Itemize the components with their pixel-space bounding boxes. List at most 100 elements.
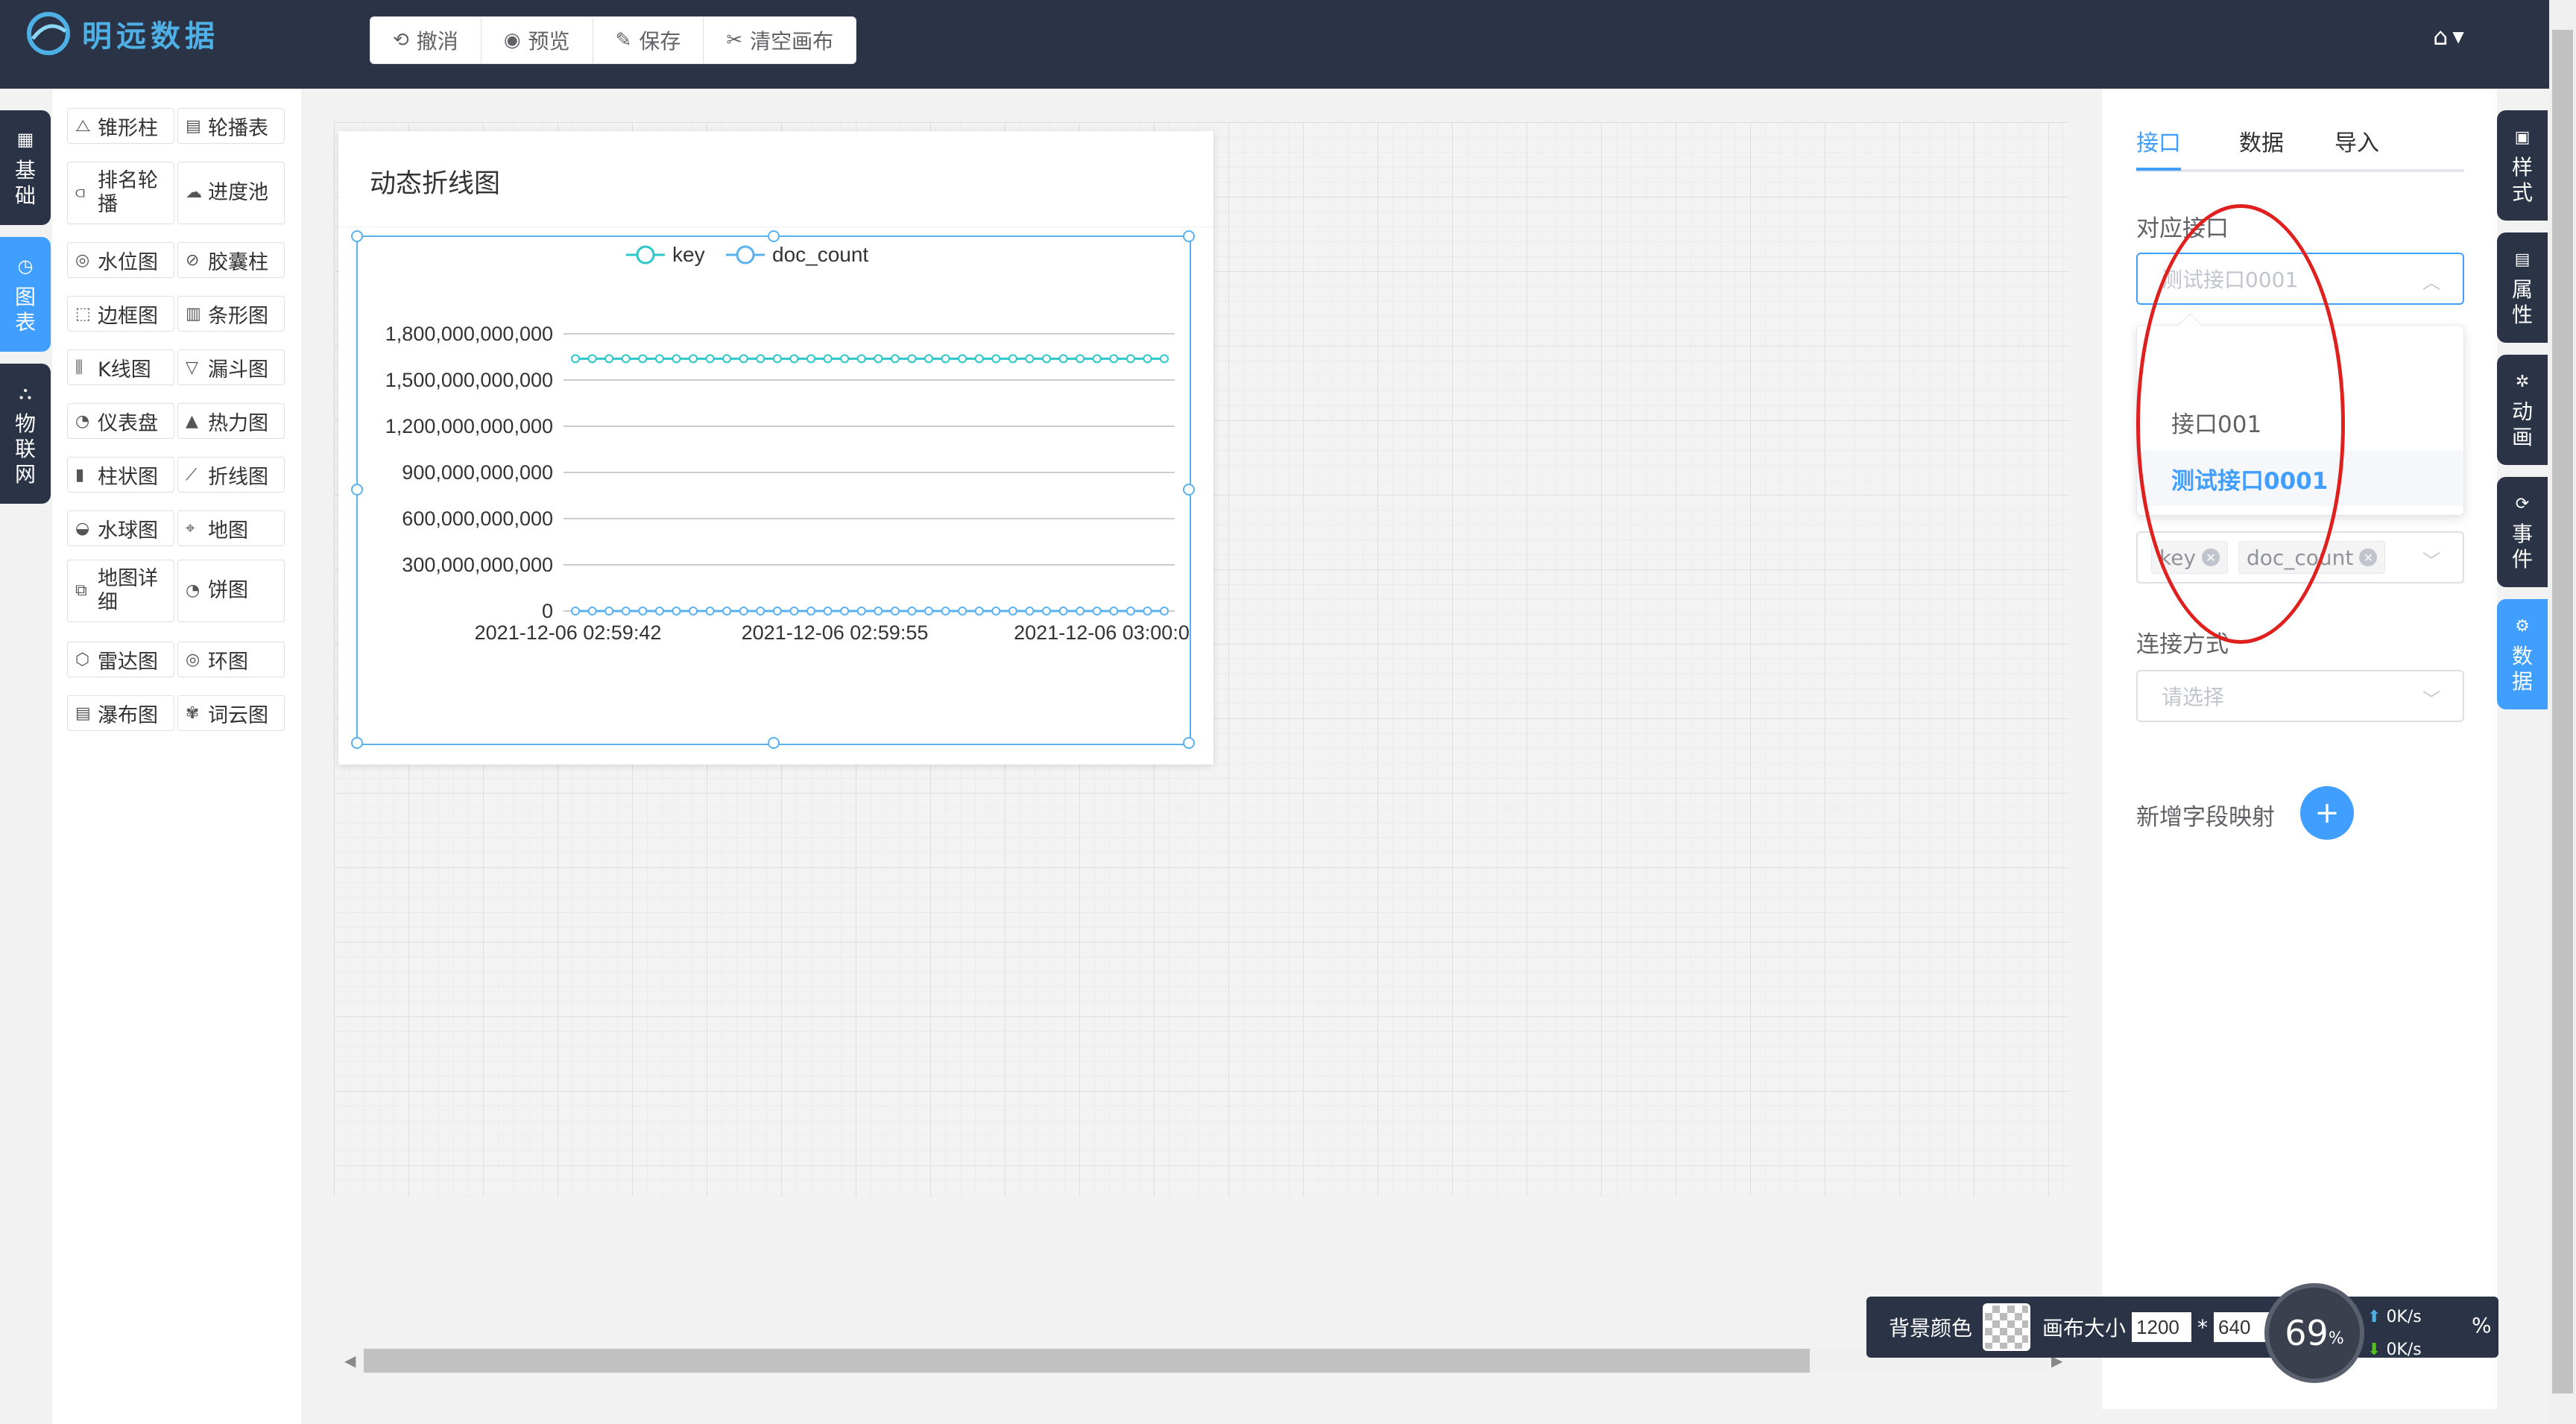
resize-handle-tr[interactable] bbox=[1183, 230, 1195, 242]
connect-select[interactable]: 请选择 ﹀ bbox=[2136, 670, 2464, 722]
left-tab-1[interactable]: ◷ 图表 bbox=[0, 237, 51, 352]
right-tab-char: 动 bbox=[2511, 399, 2533, 424]
component-14[interactable]: ◒ 水球图 bbox=[67, 510, 174, 546]
component-12[interactable]: ▮ 柱状图 bbox=[67, 457, 174, 493]
upload-arrow-icon: ⬆ bbox=[2367, 1308, 2381, 1326]
component-label: 胶囊柱 bbox=[208, 250, 268, 274]
component-17[interactable]: ◔ 饼图 bbox=[177, 560, 285, 622]
home-menu[interactable]: ⌂ ▼ bbox=[2433, 22, 2464, 51]
component-10[interactable]: ◔ 仪表盘 bbox=[67, 403, 174, 439]
tag-close-icon[interactable]: ✕ bbox=[2202, 548, 2220, 566]
scroll-left-icon[interactable]: ◀ bbox=[344, 1352, 356, 1370]
gauge-value: 69 bbox=[2285, 1313, 2329, 1353]
resize-handle-tl[interactable] bbox=[351, 230, 363, 242]
left-tab-char: 图 bbox=[14, 285, 36, 309]
component-label: 雷达图 bbox=[98, 650, 158, 674]
clear-canvas-button[interactable]: ✂ 清空画布 bbox=[704, 17, 856, 63]
component-13[interactable]: ⟋ 折线图 bbox=[177, 457, 285, 493]
zoom-percent-sign: % bbox=[2472, 1313, 2492, 1338]
field-tags-select[interactable]: key ✕ doc_count ✕ ﹀ bbox=[2136, 531, 2464, 583]
option-test-interface-0001[interactable]: 测试接口0001 bbox=[2137, 451, 2463, 506]
chart-selection-box[interactable]: 0 300,000,000,000 600,000,000,000 900,000,0… bbox=[351, 230, 1195, 749]
right-tab-3[interactable]: ⟳ 事件 bbox=[2497, 477, 2548, 587]
data-point bbox=[587, 354, 597, 364]
component-11[interactable]: ▲ 热力图 bbox=[177, 403, 285, 439]
component-0[interactable]: ⧍ 锥形柱 bbox=[67, 108, 174, 144]
data-point bbox=[604, 354, 614, 364]
add-mapping-button[interactable]: + bbox=[2300, 786, 2354, 840]
save-button[interactable]: ✎ 保存 bbox=[593, 17, 704, 63]
component-8[interactable]: ⫼ K线图 bbox=[67, 349, 174, 385]
component-label-line: 地图详 bbox=[98, 567, 158, 590]
data-point bbox=[1025, 354, 1035, 364]
line-chart-widget[interactable]: 动态折线图 0 300,000,000,000 600,000,000,000 900… bbox=[338, 131, 1213, 765]
component-icon: ⫏ bbox=[75, 183, 85, 202]
component-icon: ◎ bbox=[186, 650, 201, 669]
component-icon: ▤ bbox=[186, 116, 201, 136]
component-3[interactable]: ☁ 进度池 bbox=[177, 162, 285, 224]
right-tab-2[interactable]: ✲ 动画 bbox=[2497, 355, 2548, 465]
component-icon: ▥ bbox=[186, 304, 201, 323]
resize-handle-bc[interactable] bbox=[768, 737, 780, 749]
data-point bbox=[840, 354, 850, 364]
right-tab-1[interactable]: ▤ 属性 bbox=[2497, 232, 2548, 343]
component-15[interactable]: ⌖ 地图 bbox=[177, 510, 285, 546]
left-tab-0[interactable]: ▦ 基础 bbox=[0, 110, 51, 225]
data-point bbox=[1143, 354, 1152, 364]
data-point bbox=[991, 354, 1001, 364]
tab-interface[interactable]: 接口 bbox=[2136, 124, 2181, 157]
resize-handle-bl[interactable] bbox=[351, 737, 363, 749]
left-tab-2[interactable]: ⛬ 物联网 bbox=[0, 364, 51, 504]
left-tab-char: 物 bbox=[14, 411, 36, 436]
resize-handle-ml[interactable] bbox=[351, 484, 363, 496]
component-4[interactable]: ◎ 水位图 bbox=[67, 242, 174, 278]
component-label: 地图详细 bbox=[98, 567, 158, 615]
interface-select-value: 测试接口0001 bbox=[2162, 268, 2299, 292]
option-interface-001[interactable]: 接口001 bbox=[2137, 394, 2463, 449]
canvas-width-input[interactable] bbox=[2132, 1312, 2192, 1342]
add-mapping-label: 新增字段映射 bbox=[2136, 804, 2275, 831]
component-5[interactable]: ⊘ 胶囊柱 bbox=[177, 242, 285, 278]
clock-icon: ◷ bbox=[17, 256, 34, 276]
data-point bbox=[874, 607, 883, 616]
tab-data[interactable]: 数据 bbox=[2239, 124, 2284, 157]
horizontal-scrollbar[interactable]: ◀ ▶ bbox=[340, 1347, 2069, 1374]
component-18[interactable]: ⬡ 雷达图 bbox=[67, 642, 174, 677]
bg-color-picker[interactable] bbox=[1983, 1303, 2031, 1351]
vertical-scrollbar[interactable] bbox=[2549, 0, 2576, 1424]
right-tab-4[interactable]: ⚙ 数据 bbox=[2497, 599, 2548, 709]
left-tab-char: 基 bbox=[14, 158, 36, 183]
component-21[interactable]: ✾ 词云图 bbox=[177, 695, 285, 731]
tag-doc-count: doc_count ✕ bbox=[2238, 541, 2386, 574]
component-label: 地图 bbox=[208, 519, 248, 542]
data-point bbox=[1058, 607, 1068, 616]
scroll-thumb[interactable] bbox=[364, 1349, 1810, 1373]
resize-handle-mr[interactable] bbox=[1183, 484, 1195, 496]
data-point bbox=[689, 354, 698, 364]
interface-select[interactable]: 测试接口0001 ︿ bbox=[2136, 253, 2464, 305]
component-1[interactable]: ▤ 轮播表 bbox=[177, 108, 285, 144]
tab-import[interactable]: 导入 bbox=[2334, 124, 2379, 157]
data-point bbox=[958, 607, 967, 616]
component-16[interactable]: ⧉ 地图详细 bbox=[67, 560, 174, 622]
undo-button[interactable]: ⟲ 撤消 bbox=[370, 17, 482, 63]
component-19[interactable]: ◎ 环图 bbox=[177, 642, 285, 677]
component-6[interactable]: ⬚ 边框图 bbox=[67, 296, 174, 332]
data-point bbox=[924, 607, 933, 616]
memory-gauge: 69% bbox=[2264, 1283, 2364, 1383]
preview-button[interactable]: ◉ 预览 bbox=[482, 17, 593, 63]
scissors-icon: ✂ bbox=[726, 29, 743, 51]
data-point bbox=[638, 354, 648, 364]
component-20[interactable]: ▤ 瀑布图 bbox=[67, 695, 174, 731]
resize-handle-tc[interactable] bbox=[768, 230, 780, 242]
component-label: 柱状图 bbox=[98, 465, 158, 489]
data-point bbox=[1092, 354, 1102, 364]
tag-close-icon[interactable]: ✕ bbox=[2359, 548, 2378, 566]
vertical-scroll-thumb[interactable] bbox=[2552, 30, 2573, 1393]
component-9[interactable]: ▽ 漏斗图 bbox=[177, 349, 285, 385]
data-point bbox=[739, 607, 748, 616]
component-7[interactable]: ▥ 条形图 bbox=[177, 296, 285, 332]
right-tab-0[interactable]: ▣ 样式 bbox=[2497, 110, 2548, 221]
component-2[interactable]: ⫏ 排名轮播 bbox=[67, 162, 174, 224]
resize-handle-br[interactable] bbox=[1183, 737, 1195, 749]
